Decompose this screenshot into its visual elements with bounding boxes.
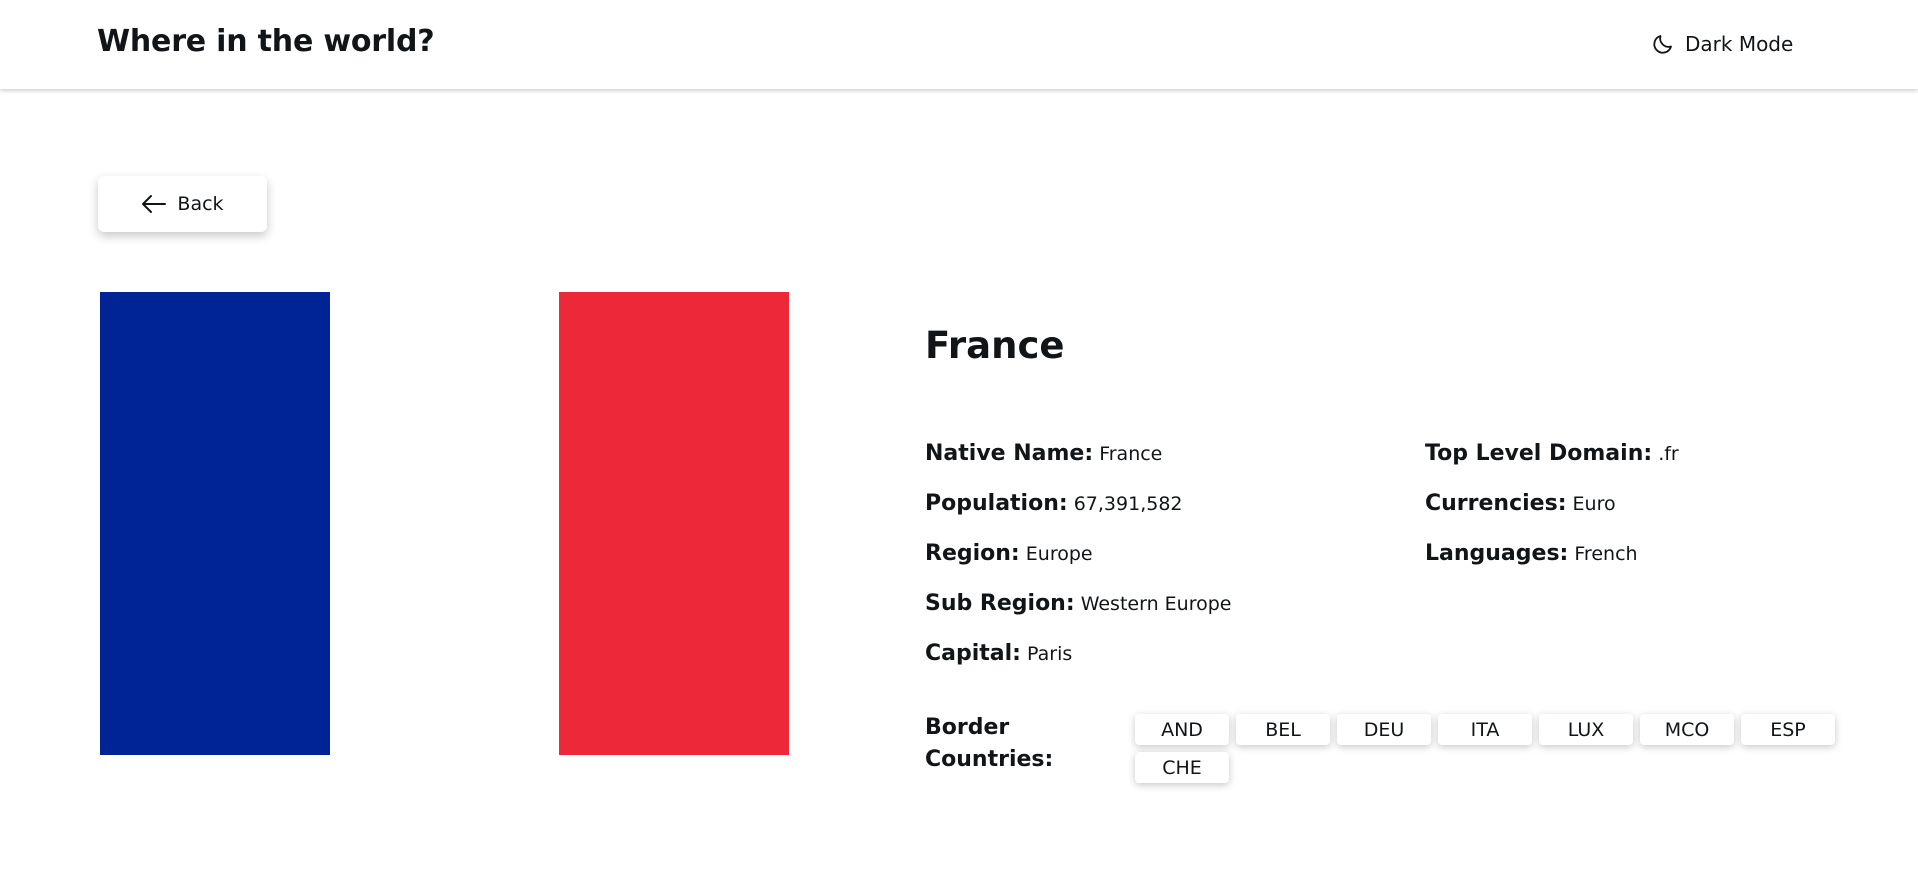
- detail-label: Top Level Domain:: [1425, 441, 1653, 466]
- detail-row: Top Level Domain: .fr: [1425, 439, 1679, 489]
- border-country-chip[interactable]: LUX: [1539, 714, 1633, 745]
- border-country-chip[interactable]: MCO: [1640, 714, 1734, 745]
- border-country-chip[interactable]: ITA: [1438, 714, 1532, 745]
- secondary-details: Top Level Domain: .fr Currencies: Euro Lan…: [1425, 439, 1679, 589]
- detail-value: .fr: [1658, 443, 1679, 465]
- detail-row: Native Name: France: [925, 439, 1231, 489]
- flag-stripe: [329, 292, 560, 755]
- border-countries-label: Border Countries:: [925, 715, 1054, 772]
- detail-value: Western Europe: [1080, 593, 1232, 615]
- dark-mode-toggle[interactable]: Dark Mode: [1651, 32, 1793, 56]
- border-country-chip[interactable]: AND: [1135, 714, 1229, 745]
- arrow-left-icon: [141, 194, 167, 214]
- country-name: France: [925, 324, 1065, 367]
- detail-label: Native Name:: [925, 441, 1094, 466]
- detail-value: Paris: [1027, 643, 1073, 665]
- detail-value: Euro: [1572, 493, 1616, 515]
- top-header: Where in the world? Dark Mode: [0, 0, 1918, 89]
- flag-stripe: [100, 292, 330, 755]
- detail-value: Europe: [1025, 543, 1093, 565]
- country-flag: [100, 292, 790, 755]
- detail-label: Languages:: [1425, 541, 1569, 566]
- app-title[interactable]: Where in the world?: [97, 24, 435, 59]
- detail-label: Currencies:: [1425, 491, 1567, 516]
- detail-row: Sub Region: Western Europe: [925, 589, 1231, 639]
- detail-label: Population:: [925, 491, 1068, 516]
- border-countries: Border Countries: AND BEL DEU ITA LUX MCO ESP C…: [925, 712, 1845, 783]
- flag-stripe: [559, 292, 790, 755]
- border-country-chip[interactable]: CHE: [1135, 752, 1229, 783]
- detail-row: Region: Europe: [925, 539, 1231, 589]
- border-country-chip[interactable]: ESP: [1741, 714, 1835, 745]
- detail-row: Currencies: Euro: [1425, 489, 1679, 539]
- detail-row: Languages: French: [1425, 539, 1679, 589]
- border-country-chip[interactable]: BEL: [1236, 714, 1330, 745]
- detail-value: France: [1099, 443, 1163, 465]
- detail-value: French: [1574, 543, 1638, 565]
- detail-label: Sub Region:: [925, 591, 1075, 616]
- detail-label: Region:: [925, 541, 1020, 566]
- back-button[interactable]: Back: [98, 176, 267, 232]
- detail-value: 67,391,582: [1073, 493, 1183, 515]
- dark-mode-label: Dark Mode: [1685, 32, 1794, 56]
- detail-row: Population: 67,391,582: [925, 489, 1231, 539]
- border-country-list: AND BEL DEU ITA LUX MCO ESP CHE: [1135, 714, 1835, 783]
- primary-details: Native Name: France Population: 67,391,58…: [925, 439, 1231, 689]
- detail-row: Capital: Paris: [925, 639, 1231, 689]
- border-country-chip[interactable]: DEU: [1337, 714, 1431, 745]
- detail-label: Capital:: [925, 641, 1021, 666]
- country-details: France Native Name: France Population: 67…: [925, 324, 1825, 666]
- back-label: Back: [177, 193, 224, 215]
- moon-icon: [1651, 32, 1675, 56]
